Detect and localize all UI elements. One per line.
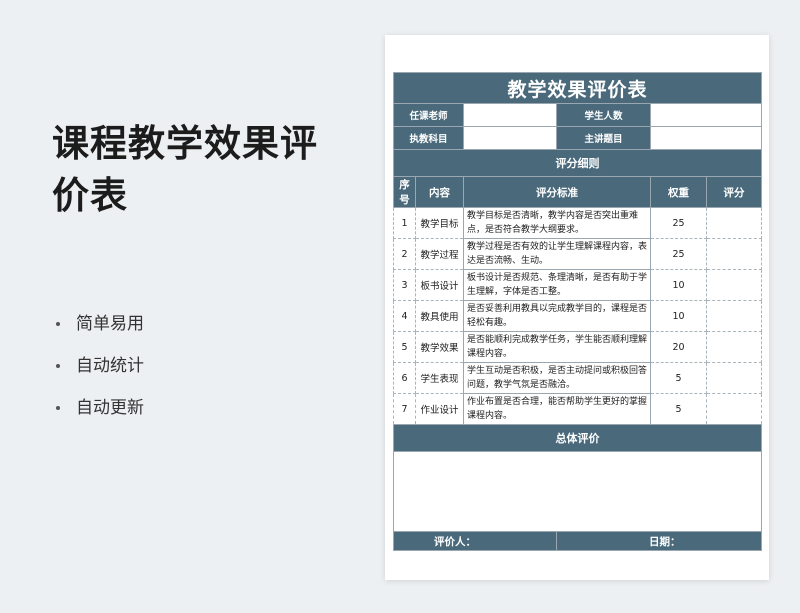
topic-value-cell[interactable] [649,126,763,150]
row-weight: 10 [650,300,707,332]
row-score-cell[interactable] [705,300,763,332]
subject-value-cell[interactable] [463,126,557,150]
feature-item: 简单易用 [54,312,144,354]
row-score-cell[interactable] [705,331,763,363]
row-number: 2 [393,238,416,270]
row-criteria: 教学过程是否有效的让学生理解课程内容，表达是否流畅、生动。 [463,238,651,270]
feature-label: 简单易用 [76,314,144,334]
feature-item: 自动更新 [54,396,144,438]
row-item: 教具使用 [415,300,464,332]
row-weight: 5 [650,362,707,394]
evaluator-label: 评价人： [393,531,557,551]
sheet-title: 教学效果评价表 [392,72,763,104]
row-item: 教学过程 [415,238,464,270]
overall-comment-area[interactable] [392,451,763,532]
overall-section-title: 总体评价 [392,424,763,452]
table-row: 5 教学效果 是否能顺利完成教学任务，学生能否顺利理解课程内容。 20 [393,331,763,363]
row-criteria: 作业布置是否合理，能否帮助学生更好的掌握课程内容。 [463,393,651,425]
column-header-weight: 权重 [650,176,707,208]
column-header-score: 评分 [705,176,763,208]
row-weight: 5 [650,393,707,425]
row-criteria: 教学目标是否清晰，教学内容是否突出重难点，是否符合教学大纲要求。 [463,207,651,239]
row-item: 教学目标 [415,207,464,239]
detail-section-title: 评分细则 [392,149,763,177]
students-label: 学生人数 [556,103,651,127]
row-criteria: 是否妥善利用教具以完成教学目的，课程是否轻松有趣。 [463,300,651,332]
table-row: 6 学生表现 学生互动是否积极，是否主动提问或积极回答问题，教学气氛是否融洽。 … [393,362,763,394]
teacher-label: 任课老师 [393,103,464,127]
table-row: 4 教具使用 是否妥善利用教具以完成教学目的，课程是否轻松有趣。 10 [393,300,763,332]
bullet-icon [56,406,60,410]
feature-label: 自动更新 [76,398,144,418]
feature-list: 简单易用 自动统计 自动更新 [54,312,144,438]
column-header-item: 内容 [415,176,464,208]
bullet-icon [56,364,60,368]
row-weight: 10 [650,269,707,301]
evaluation-form-table: 教学效果评价表 任课老师 学生人数 执教科目 主讲题目 评分细则 序号 内容 评… [392,72,763,551]
row-weight: 25 [650,207,707,239]
date-label: 日期： [555,531,763,551]
column-header-criteria: 评分标准 [463,176,651,208]
row-item: 学生表现 [415,362,464,394]
row-criteria: 板书设计是否规范、条理清晰，是否有助于学生理解，字体是否工整。 [463,269,651,301]
row-score-cell[interactable] [705,362,763,394]
promo-title: 课程教学效果评价表 [52,122,318,217]
evaluation-sheet: 教学效果评价表 任课老师 学生人数 执教科目 主讲题目 评分细则 序号 内容 评… [385,35,769,580]
row-item: 教学效果 [415,331,464,363]
students-value-cell[interactable] [649,103,763,127]
row-number: 7 [393,393,416,425]
row-weight: 20 [650,331,707,363]
row-score-cell[interactable] [705,393,763,425]
column-header-no: 序号 [393,176,416,208]
table-row: 2 教学过程 教学过程是否有效的让学生理解课程内容，表达是否流畅、生动。 25 [393,238,763,270]
teacher-value-cell[interactable] [463,103,557,127]
row-criteria: 是否能顺利完成教学任务，学生能否顺利理解课程内容。 [463,331,651,363]
row-criteria: 学生互动是否积极，是否主动提问或积极回答问题，教学气氛是否融洽。 [463,362,651,394]
table-row: 3 板书设计 板书设计是否规范、条理清晰，是否有助于学生理解，字体是否工整。 1… [393,269,763,301]
table-row: 1 教学目标 教学目标是否清晰，教学内容是否突出重难点，是否符合教学大纲要求。 … [393,207,763,239]
row-score-cell[interactable] [705,238,763,270]
feature-label: 自动统计 [76,356,144,376]
row-number: 4 [393,300,416,332]
feature-item: 自动统计 [54,354,144,396]
row-number: 3 [393,269,416,301]
row-item: 板书设计 [415,269,464,301]
row-number: 5 [393,331,416,363]
row-score-cell[interactable] [705,269,763,301]
bullet-icon [56,322,60,326]
row-score-cell[interactable] [705,207,763,239]
table-row: 7 作业设计 作业布置是否合理，能否帮助学生更好的掌握课程内容。 5 [393,393,763,425]
subject-label: 执教科目 [393,126,464,150]
row-item: 作业设计 [415,393,464,425]
row-number: 6 [393,362,416,394]
row-number: 1 [393,207,416,239]
topic-label: 主讲题目 [556,126,651,150]
row-weight: 25 [650,238,707,270]
